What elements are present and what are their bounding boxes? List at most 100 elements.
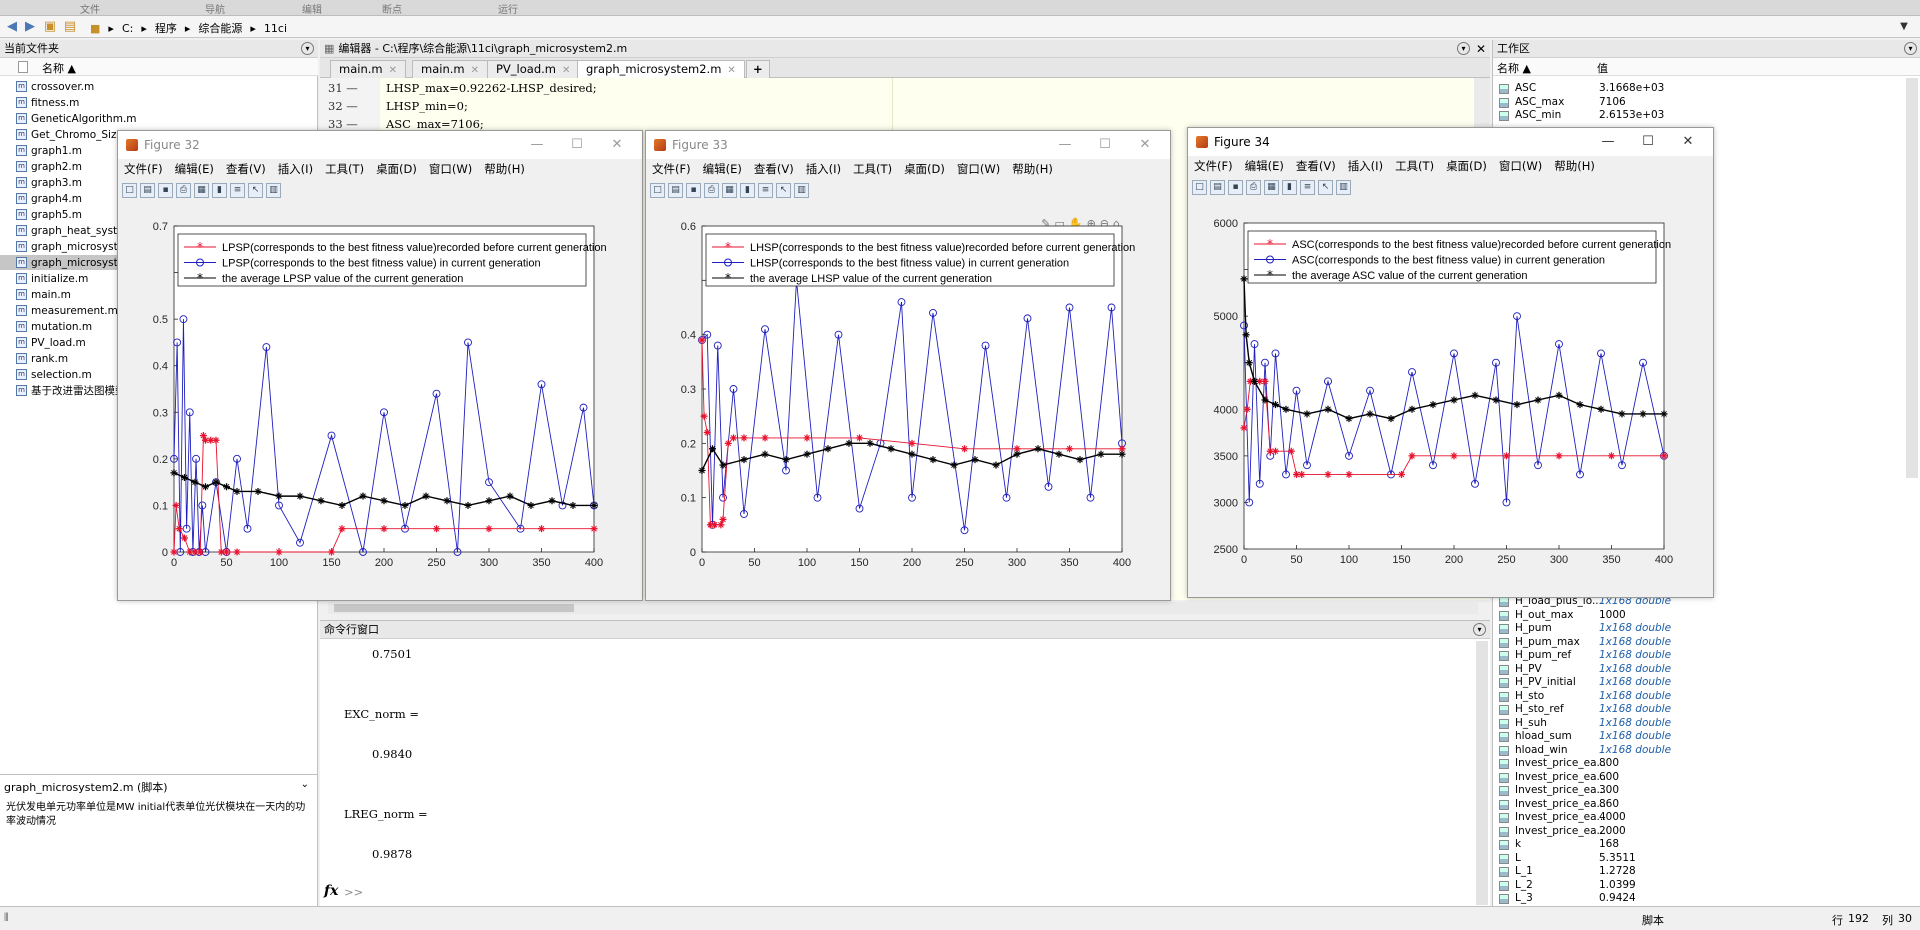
file-item[interactable]: m graph_microsyste — [16, 239, 124, 254]
forward-icon[interactable]: ▶ — [22, 19, 38, 35]
property-editor-icon[interactable]: ▥ — [1336, 179, 1351, 195]
breadcrumb-item[interactable]: C: — [122, 22, 133, 35]
menu-desktop[interactable]: 桌面(D) — [904, 161, 945, 177]
workspace-variable[interactable]: H_out_max 1000 — [1499, 609, 1899, 623]
editor-tab-active[interactable]: graph_microsystem2.m ✕ — [577, 60, 745, 78]
new-tab-button[interactable]: + — [746, 60, 770, 78]
workspace-variable[interactable]: hload_sum 1x168 double — [1499, 730, 1899, 744]
pointer-icon[interactable]: ↖ — [776, 182, 791, 198]
workspace-variable[interactable]: H_suh 1x168 double — [1499, 717, 1899, 731]
new-figure-icon[interactable]: □ — [1192, 179, 1207, 195]
workspace-variable[interactable]: L 5.3511 — [1499, 852, 1899, 866]
pointer-icon[interactable]: ↖ — [1318, 179, 1333, 195]
breadcrumb-item[interactable]: 程序 — [155, 20, 177, 36]
name-column-header[interactable]: 名称 ▲ — [1497, 60, 1531, 76]
close-icon[interactable]: ✕ — [1476, 40, 1486, 58]
function-browser-icon[interactable]: fx — [324, 883, 338, 899]
panel-menu-icon[interactable]: ▾ — [1904, 42, 1917, 55]
file-item[interactable]: m fitness.m — [16, 95, 79, 110]
workspace-variable[interactable]: hload_win 1x168 double — [1499, 744, 1899, 758]
file-item[interactable]: m crossover.m — [16, 79, 94, 94]
menu-help[interactable]: 帮助(H) — [484, 161, 525, 177]
menu-view[interactable]: 查看(V) — [754, 161, 794, 177]
workspace-variable[interactable]: k 168 — [1499, 838, 1899, 852]
property-editor-icon[interactable]: ▥ — [794, 182, 809, 198]
ribbon-tab-breakpoints[interactable]: 断点 — [382, 1, 402, 16]
close-icon[interactable]: ✕ — [1673, 132, 1703, 152]
close-icon[interactable]: ✕ — [602, 135, 632, 155]
menu-window[interactable]: 窗口(W) — [1499, 158, 1542, 174]
colorbar-icon[interactable]: ▮ — [740, 182, 755, 198]
figure-window-32[interactable]: Figure 32 — ☐ ✕ 文件(F) 编辑(E) 查看(V) 插入(I) … — [117, 130, 643, 601]
workspace-variable[interactable]: H_pum_max 1x168 double — [1499, 636, 1899, 650]
workspace-variable[interactable]: H_PV_initial 1x168 double — [1499, 676, 1899, 690]
file-item[interactable]: m main.m — [16, 287, 71, 302]
scroll-thumb[interactable] — [334, 604, 574, 612]
maximize-icon[interactable]: ☐ — [562, 135, 592, 155]
menu-insert[interactable]: 插入(I) — [1348, 158, 1383, 174]
legend-icon[interactable]: ≡ — [230, 182, 245, 198]
open-icon[interactable]: ▤ — [1210, 179, 1225, 195]
figure-title-bar[interactable]: Figure 32 — ☐ ✕ — [118, 131, 642, 159]
breadcrumb-item[interactable]: 11ci — [264, 22, 287, 35]
command-scrollbar[interactable] — [1476, 641, 1488, 905]
menu-file[interactable]: 文件(F) — [124, 161, 163, 177]
menu-view[interactable]: 查看(V) — [226, 161, 266, 177]
menu-edit[interactable]: 编辑(E) — [703, 161, 742, 177]
workspace-variable[interactable]: Invest_price_ea... 2000 — [1499, 825, 1899, 839]
menu-view[interactable]: 查看(V) — [1296, 158, 1336, 174]
file-item[interactable]: m graph3.m — [16, 175, 82, 190]
chevron-down-icon[interactable]: ⌄ — [301, 779, 309, 790]
menu-tools[interactable]: 工具(T) — [853, 161, 892, 177]
property-editor-icon[interactable]: ▥ — [266, 182, 281, 198]
editor-tab[interactable]: main.m ✕ — [412, 60, 488, 78]
workspace-variable[interactable]: L_2 1.0399 — [1499, 879, 1899, 893]
print-icon[interactable]: ⎙ — [704, 182, 719, 198]
minimize-icon[interactable]: — — [1050, 135, 1080, 155]
file-item[interactable]: m graph1.m — [16, 143, 82, 158]
link-plot-icon[interactable]: ▦ — [194, 182, 209, 198]
menu-tools[interactable]: 工具(T) — [1395, 158, 1434, 174]
figure-window-33[interactable]: Figure 33 — ☐ ✕ 文件(F) 编辑(E) 查看(V) 插入(I) … — [645, 130, 1171, 601]
minimize-icon[interactable]: — — [522, 135, 552, 155]
chart-canvas[interactable]: 0 50 100 150 200 250 300 350 400 0 0.1 0.2 0.3 0.4 0.6… — [646, 201, 1170, 601]
save-icon[interactable]: ▪ — [1228, 179, 1243, 195]
open-icon[interactable]: ▤ — [140, 182, 155, 198]
file-item[interactable]: m selection.m — [16, 367, 92, 382]
menu-window[interactable]: 窗口(W) — [429, 161, 472, 177]
legend-icon[interactable]: ≡ — [1300, 179, 1315, 195]
workspace-variable[interactable]: H_sto 1x168 double — [1499, 690, 1899, 704]
colorbar-icon[interactable]: ▮ — [212, 182, 227, 198]
workspace-variable[interactable]: Invest_price_ea... 4000 — [1499, 811, 1899, 825]
menu-edit[interactable]: 编辑(E) — [1245, 158, 1284, 174]
back-icon[interactable]: ◀ — [4, 19, 20, 35]
link-plot-icon[interactable]: ▦ — [722, 182, 737, 198]
address-dropdown-icon[interactable]: ▼ — [1896, 19, 1912, 35]
menu-file[interactable]: 文件(F) — [1194, 158, 1233, 174]
workspace-variable[interactable]: Invest_price_ea... 800 — [1499, 757, 1899, 771]
code-line[interactable]: 31 — LHSP_max=0.92262-LHSP_desired; — [320, 80, 1470, 96]
close-icon[interactable]: ✕ — [1130, 135, 1160, 155]
workspace-variable[interactable]: ASC 3.1668e+03 — [1499, 82, 1899, 96]
browse-folder-icon[interactable]: ▤ — [62, 19, 78, 35]
menu-insert[interactable]: 插入(I) — [806, 161, 841, 177]
menu-edit[interactable]: 编辑(E) — [175, 161, 214, 177]
workspace-variable[interactable]: Invest_price_ea... 860 — [1499, 798, 1899, 812]
chart-canvas[interactable]: 0 50 100 150 200 250 300 350 400 0 0.1 0.2 0.3 0.4 0.5… — [118, 201, 642, 601]
menu-tools[interactable]: 工具(T) — [325, 161, 364, 177]
workspace-scrollbar[interactable] — [1906, 78, 1918, 478]
workspace-variable[interactable]: L_3 0.9424 — [1499, 892, 1899, 906]
file-item[interactable]: m graph2.m — [16, 159, 82, 174]
menu-insert[interactable]: 插入(I) — [278, 161, 313, 177]
figure-title-bar[interactable]: Figure 34 — ☐ ✕ — [1188, 128, 1713, 156]
up-folder-icon[interactable]: ▣ — [42, 19, 58, 35]
ribbon-tab-file[interactable]: 文件 — [80, 1, 100, 16]
file-item[interactable]: m 基于改进雷达图模型 — [16, 383, 126, 398]
legend-icon[interactable]: ≡ — [758, 182, 773, 198]
maximize-icon[interactable]: ☐ — [1090, 135, 1120, 155]
workspace-variable[interactable]: H_sto_ref 1x168 double — [1499, 703, 1899, 717]
print-icon[interactable]: ⎙ — [176, 182, 191, 198]
file-item[interactable]: m graph4.m — [16, 191, 82, 206]
print-icon[interactable]: ⎙ — [1246, 179, 1261, 195]
file-item[interactable]: m mutation.m — [16, 319, 92, 334]
